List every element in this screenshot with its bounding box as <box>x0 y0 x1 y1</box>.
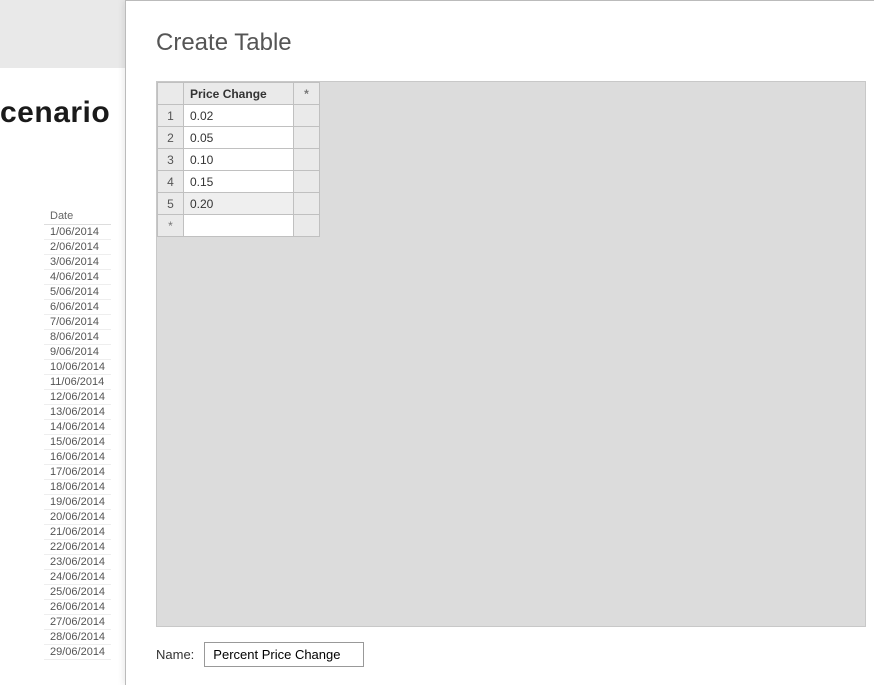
create-table-dialog: Create Table Price Change * 10.0220.0530… <box>125 0 874 685</box>
background-top-band <box>0 0 125 68</box>
date-cell: 18/06/2014 <box>44 480 111 495</box>
date-column-body: 1/06/20142/06/20143/06/20144/06/20145/06… <box>44 225 111 660</box>
date-cell: 10/06/2014 <box>44 360 111 375</box>
date-cell: 7/06/2014 <box>44 315 111 330</box>
date-cell: 6/06/2014 <box>44 300 111 315</box>
cell-price-change[interactable]: 0.15 <box>184 171 294 193</box>
name-label: Name: <box>156 647 194 662</box>
add-column-marker[interactable]: * <box>294 83 320 105</box>
row-number[interactable]: 5 <box>158 193 184 215</box>
cell-price-change[interactable]: 0.10 <box>184 149 294 171</box>
corner-header <box>158 83 184 105</box>
date-cell: 13/06/2014 <box>44 405 111 420</box>
table-name-input[interactable] <box>204 642 364 667</box>
date-cell: 22/06/2014 <box>44 540 111 555</box>
date-cell: 5/06/2014 <box>44 285 111 300</box>
date-cell: 17/06/2014 <box>44 465 111 480</box>
cell-empty[interactable] <box>294 193 320 215</box>
background-heading-fragment: cenario <box>0 96 110 130</box>
cell-price-change[interactable]: 0.02 <box>184 105 294 127</box>
table-row[interactable]: 30.10 <box>158 149 320 171</box>
date-cell: 20/06/2014 <box>44 510 111 525</box>
date-cell: 12/06/2014 <box>44 390 111 405</box>
add-row-marker[interactable]: * <box>158 215 184 237</box>
cell-empty[interactable] <box>294 149 320 171</box>
date-cell: 9/06/2014 <box>44 345 111 360</box>
background-date-table: Date 1/06/20142/06/20143/06/20144/06/201… <box>44 208 111 660</box>
date-cell: 29/06/2014 <box>44 645 111 660</box>
cell-price-change[interactable]: 0.20 <box>184 193 294 215</box>
dialog-title: Create Table <box>156 29 292 57</box>
row-number[interactable]: 4 <box>158 171 184 193</box>
date-cell: 28/06/2014 <box>44 630 111 645</box>
date-cell: 25/06/2014 <box>44 585 111 600</box>
cell-empty[interactable] <box>294 127 320 149</box>
date-cell: 27/06/2014 <box>44 615 111 630</box>
new-row[interactable]: * <box>158 215 320 237</box>
date-cell: 4/06/2014 <box>44 270 111 285</box>
cell-empty[interactable] <box>294 215 320 237</box>
date-column-header: Date <box>44 208 111 225</box>
date-cell: 24/06/2014 <box>44 570 111 585</box>
date-cell: 2/06/2014 <box>44 240 111 255</box>
date-cell: 11/06/2014 <box>44 375 111 390</box>
cell-empty[interactable] <box>294 105 320 127</box>
row-number[interactable]: 2 <box>158 127 184 149</box>
date-cell: 26/06/2014 <box>44 600 111 615</box>
date-cell: 15/06/2014 <box>44 435 111 450</box>
date-cell: 14/06/2014 <box>44 420 111 435</box>
name-row: Name: <box>156 642 364 667</box>
date-cell: 16/06/2014 <box>44 450 111 465</box>
column-header-price-change[interactable]: Price Change <box>184 83 294 105</box>
date-cell: 3/06/2014 <box>44 255 111 270</box>
table-editor-area[interactable]: Price Change * 10.0220.0530.1040.1550.20… <box>156 81 866 627</box>
row-number[interactable]: 3 <box>158 149 184 171</box>
date-cell: 21/06/2014 <box>44 525 111 540</box>
row-number[interactable]: 1 <box>158 105 184 127</box>
data-entry-grid[interactable]: Price Change * 10.0220.0530.1040.1550.20… <box>157 82 320 237</box>
date-cell: 23/06/2014 <box>44 555 111 570</box>
cell-price-change-empty[interactable] <box>184 215 294 237</box>
table-row[interactable]: 10.02 <box>158 105 320 127</box>
date-cell: 1/06/2014 <box>44 225 111 240</box>
table-row[interactable]: 20.05 <box>158 127 320 149</box>
cell-empty[interactable] <box>294 171 320 193</box>
table-row[interactable]: 50.20 <box>158 193 320 215</box>
date-cell: 8/06/2014 <box>44 330 111 345</box>
date-cell: 19/06/2014 <box>44 495 111 510</box>
cell-price-change[interactable]: 0.05 <box>184 127 294 149</box>
table-row[interactable]: 40.15 <box>158 171 320 193</box>
